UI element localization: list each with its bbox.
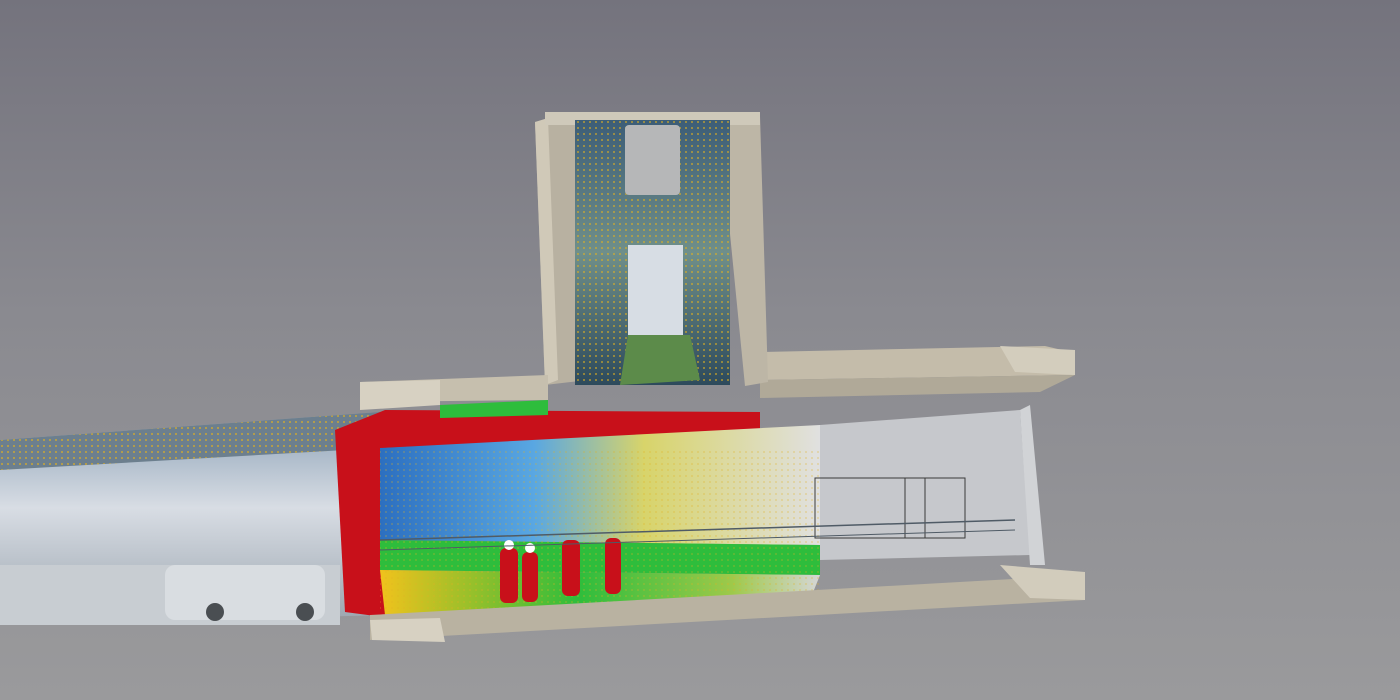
tunnel-interior-scan (380, 425, 820, 615)
upper-right-slab (760, 346, 1075, 398)
tunnel-model-render[interactable] (0, 0, 1400, 700)
tunnel-tube-left (0, 412, 385, 625)
vertical-shaft (535, 112, 768, 386)
3d-viewport[interactable] (0, 0, 1400, 700)
